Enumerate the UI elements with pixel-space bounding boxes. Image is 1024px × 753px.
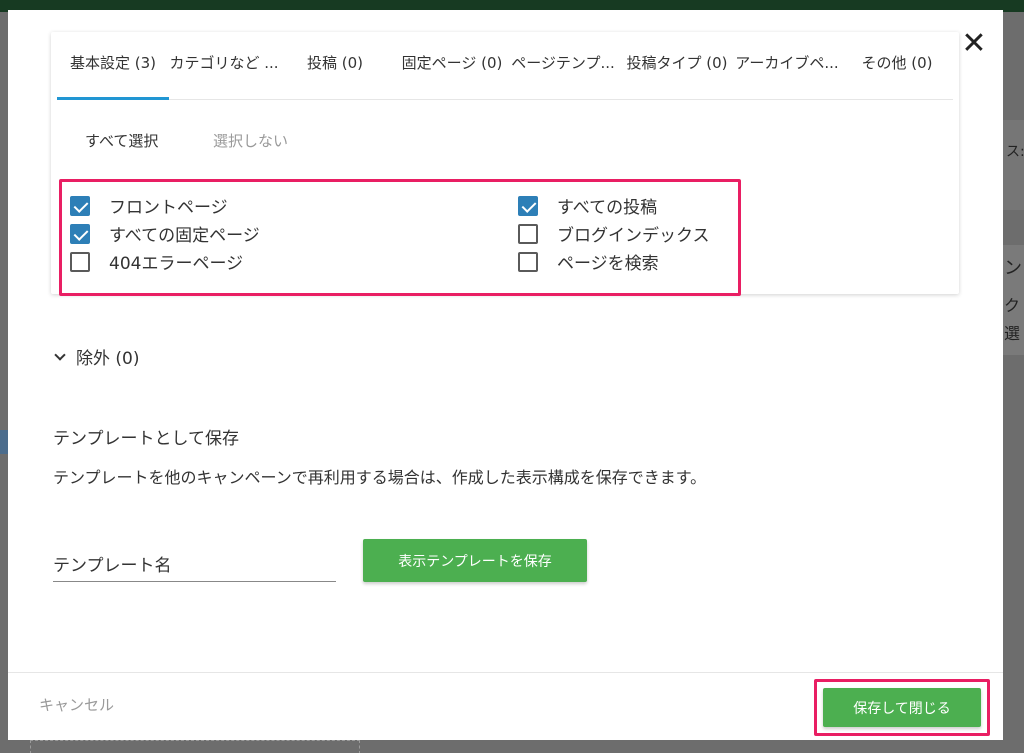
checkbox-label: 404エラーページ	[109, 254, 244, 274]
template-name-input[interactable]	[53, 550, 336, 582]
tab-post-types[interactable]: 投稿タイプ (0)	[622, 52, 732, 100]
checkbox-label: すべての固定ページ	[109, 226, 260, 246]
background-dashed-box	[30, 740, 360, 753]
tab-posts[interactable]: 投稿 (0)	[295, 52, 375, 100]
save-template-button[interactable]: 表示テンプレートを保存	[363, 539, 587, 582]
select-none-link[interactable]: 選択しない	[213, 130, 288, 151]
checkbox-404-page[interactable]: 404エラーページ	[70, 249, 243, 274]
exclude-toggle[interactable]: 除外 (0)	[54, 344, 140, 369]
template-description: テンプレートを他のキャンペーンで再利用する場合は、作成した表示構成を保存できます…	[53, 468, 707, 487]
conditions-panel: 基本設定 (3) カテゴリなど ... 投稿 (0) 固定ページ (0) ページ…	[51, 32, 959, 296]
background-arrow	[0, 430, 8, 454]
checkbox[interactable]	[70, 223, 90, 244]
checkbox-group: フロントページ すべての固定ページ 404エラーページ すべての投稿 ブログイン…	[59, 179, 741, 296]
background-panel	[1003, 120, 1024, 210]
tab-other[interactable]: その他 (0)	[857, 52, 937, 100]
close-icon[interactable]: ✕	[958, 28, 990, 60]
checkbox-label: ページを検索	[557, 254, 659, 274]
background-text: 選	[1004, 324, 1021, 343]
tab-archive-pages[interactable]: アーカイブペ...	[732, 52, 842, 100]
tab-pages[interactable]: 固定ページ (0)	[397, 52, 507, 100]
display-rules-modal: ✕ 基本設定 (3) カテゴリなど ... 投稿 (0) 固定ページ (0) ペ…	[8, 10, 1003, 740]
checkbox[interactable]	[518, 251, 538, 272]
checkbox-label: フロントページ	[109, 198, 228, 218]
checkbox-blog-index[interactable]: ブログインデックス	[518, 221, 710, 246]
background-text: ク	[1004, 296, 1021, 315]
save-close-highlight: 保存して閉じる	[814, 679, 990, 736]
tab-bar: 基本設定 (3) カテゴリなど ... 投稿 (0) 固定ページ (0) ページ…	[57, 52, 953, 100]
checkbox-label: ブログインデックス	[557, 226, 710, 246]
checkbox-label: すべての投稿	[557, 198, 658, 218]
background-text: ン	[1004, 258, 1022, 279]
checkbox-all-pages[interactable]: すべての固定ページ	[70, 221, 260, 246]
checkbox-all-posts[interactable]: すべての投稿	[518, 193, 657, 218]
checkbox[interactable]	[70, 195, 90, 216]
background-text: ス:	[1006, 144, 1024, 160]
cancel-link[interactable]: キャンセル	[39, 694, 114, 715]
template-heading: テンプレートとして保存	[53, 429, 239, 449]
checkbox[interactable]	[70, 251, 90, 272]
tab-basic-settings[interactable]: 基本設定 (3)	[57, 52, 169, 100]
tab-categories[interactable]: カテゴリなど ...	[169, 52, 279, 100]
checkbox[interactable]	[518, 223, 538, 244]
select-all-link[interactable]: すべて選択	[85, 130, 158, 151]
checkbox-search-page[interactable]: ページを検索	[518, 249, 659, 274]
chevron-down-icon	[54, 348, 66, 361]
save-and-close-button[interactable]: 保存して閉じる	[823, 688, 981, 727]
tab-page-templates[interactable]: ページテンプ...	[509, 52, 617, 100]
exclude-label: 除外 (0)	[76, 349, 140, 369]
footer-divider	[8, 672, 1003, 673]
checkbox[interactable]	[518, 195, 538, 216]
checkbox-front-page[interactable]: フロントページ	[70, 193, 228, 218]
